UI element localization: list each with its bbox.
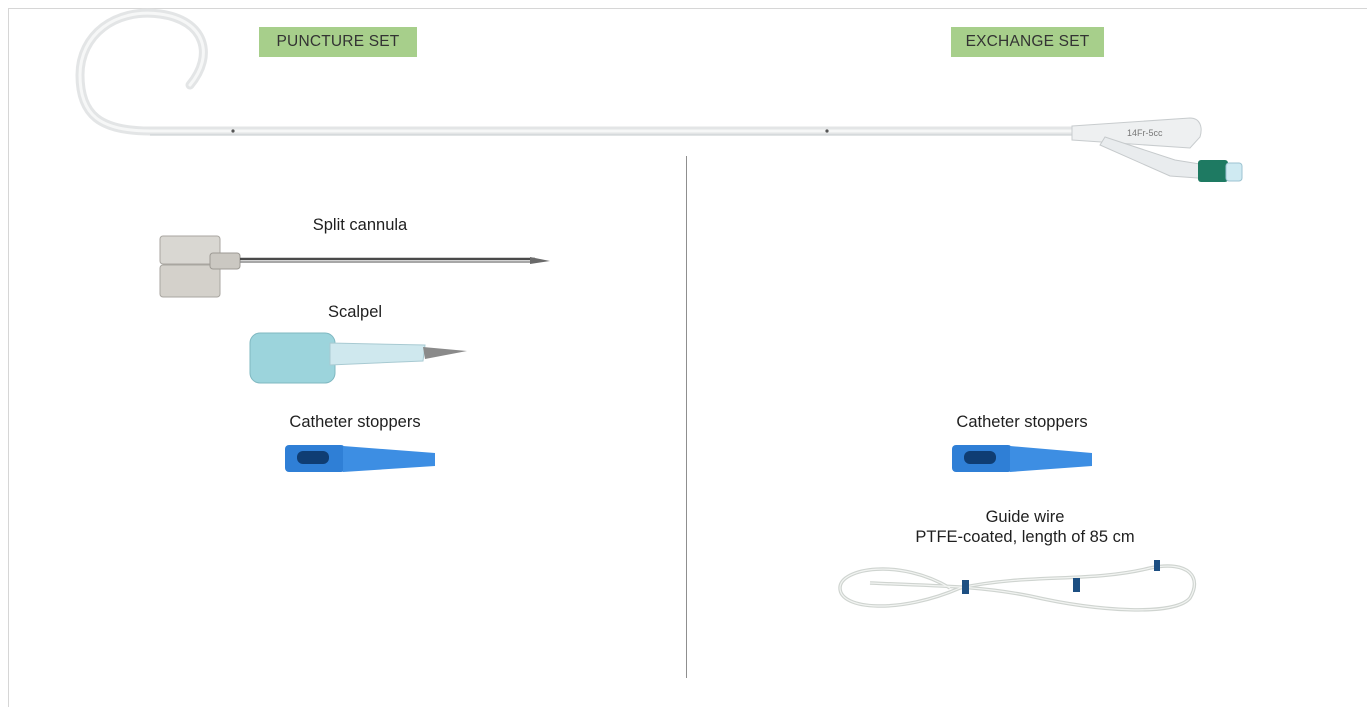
catheter-stoppers-image-right [952, 445, 1092, 472]
split-cannula-image [159, 235, 550, 298]
product-sheet: PUNCTURE SET EXCHANGE SET 14Fr-5cc Split… [0, 0, 1367, 707]
catheter-marking-label: 14Fr-5cc [1127, 128, 1163, 138]
scalpel-image [249, 332, 467, 384]
guide-wire-image [838, 560, 1197, 612]
scalpel-caption: Scalpel [327, 303, 383, 321]
guide-wire-description: PTFE-coated, length of 85 cm [915, 528, 1135, 546]
catheter-stoppers-image-left [285, 445, 435, 472]
pigtail-catheter-image [75, 8, 1243, 182]
catheter-stoppers-caption-left: Catheter stoppers [289, 413, 421, 431]
split-cannula-caption: Split cannula [312, 216, 408, 234]
guide-wire-caption: Guide wire PTFE-coated, length of 85 cm [880, 507, 1170, 547]
catheter-stoppers-caption-right: Catheter stoppers [956, 413, 1088, 431]
section-divider [686, 156, 687, 678]
guide-wire-title: Guide wire [985, 508, 1065, 526]
